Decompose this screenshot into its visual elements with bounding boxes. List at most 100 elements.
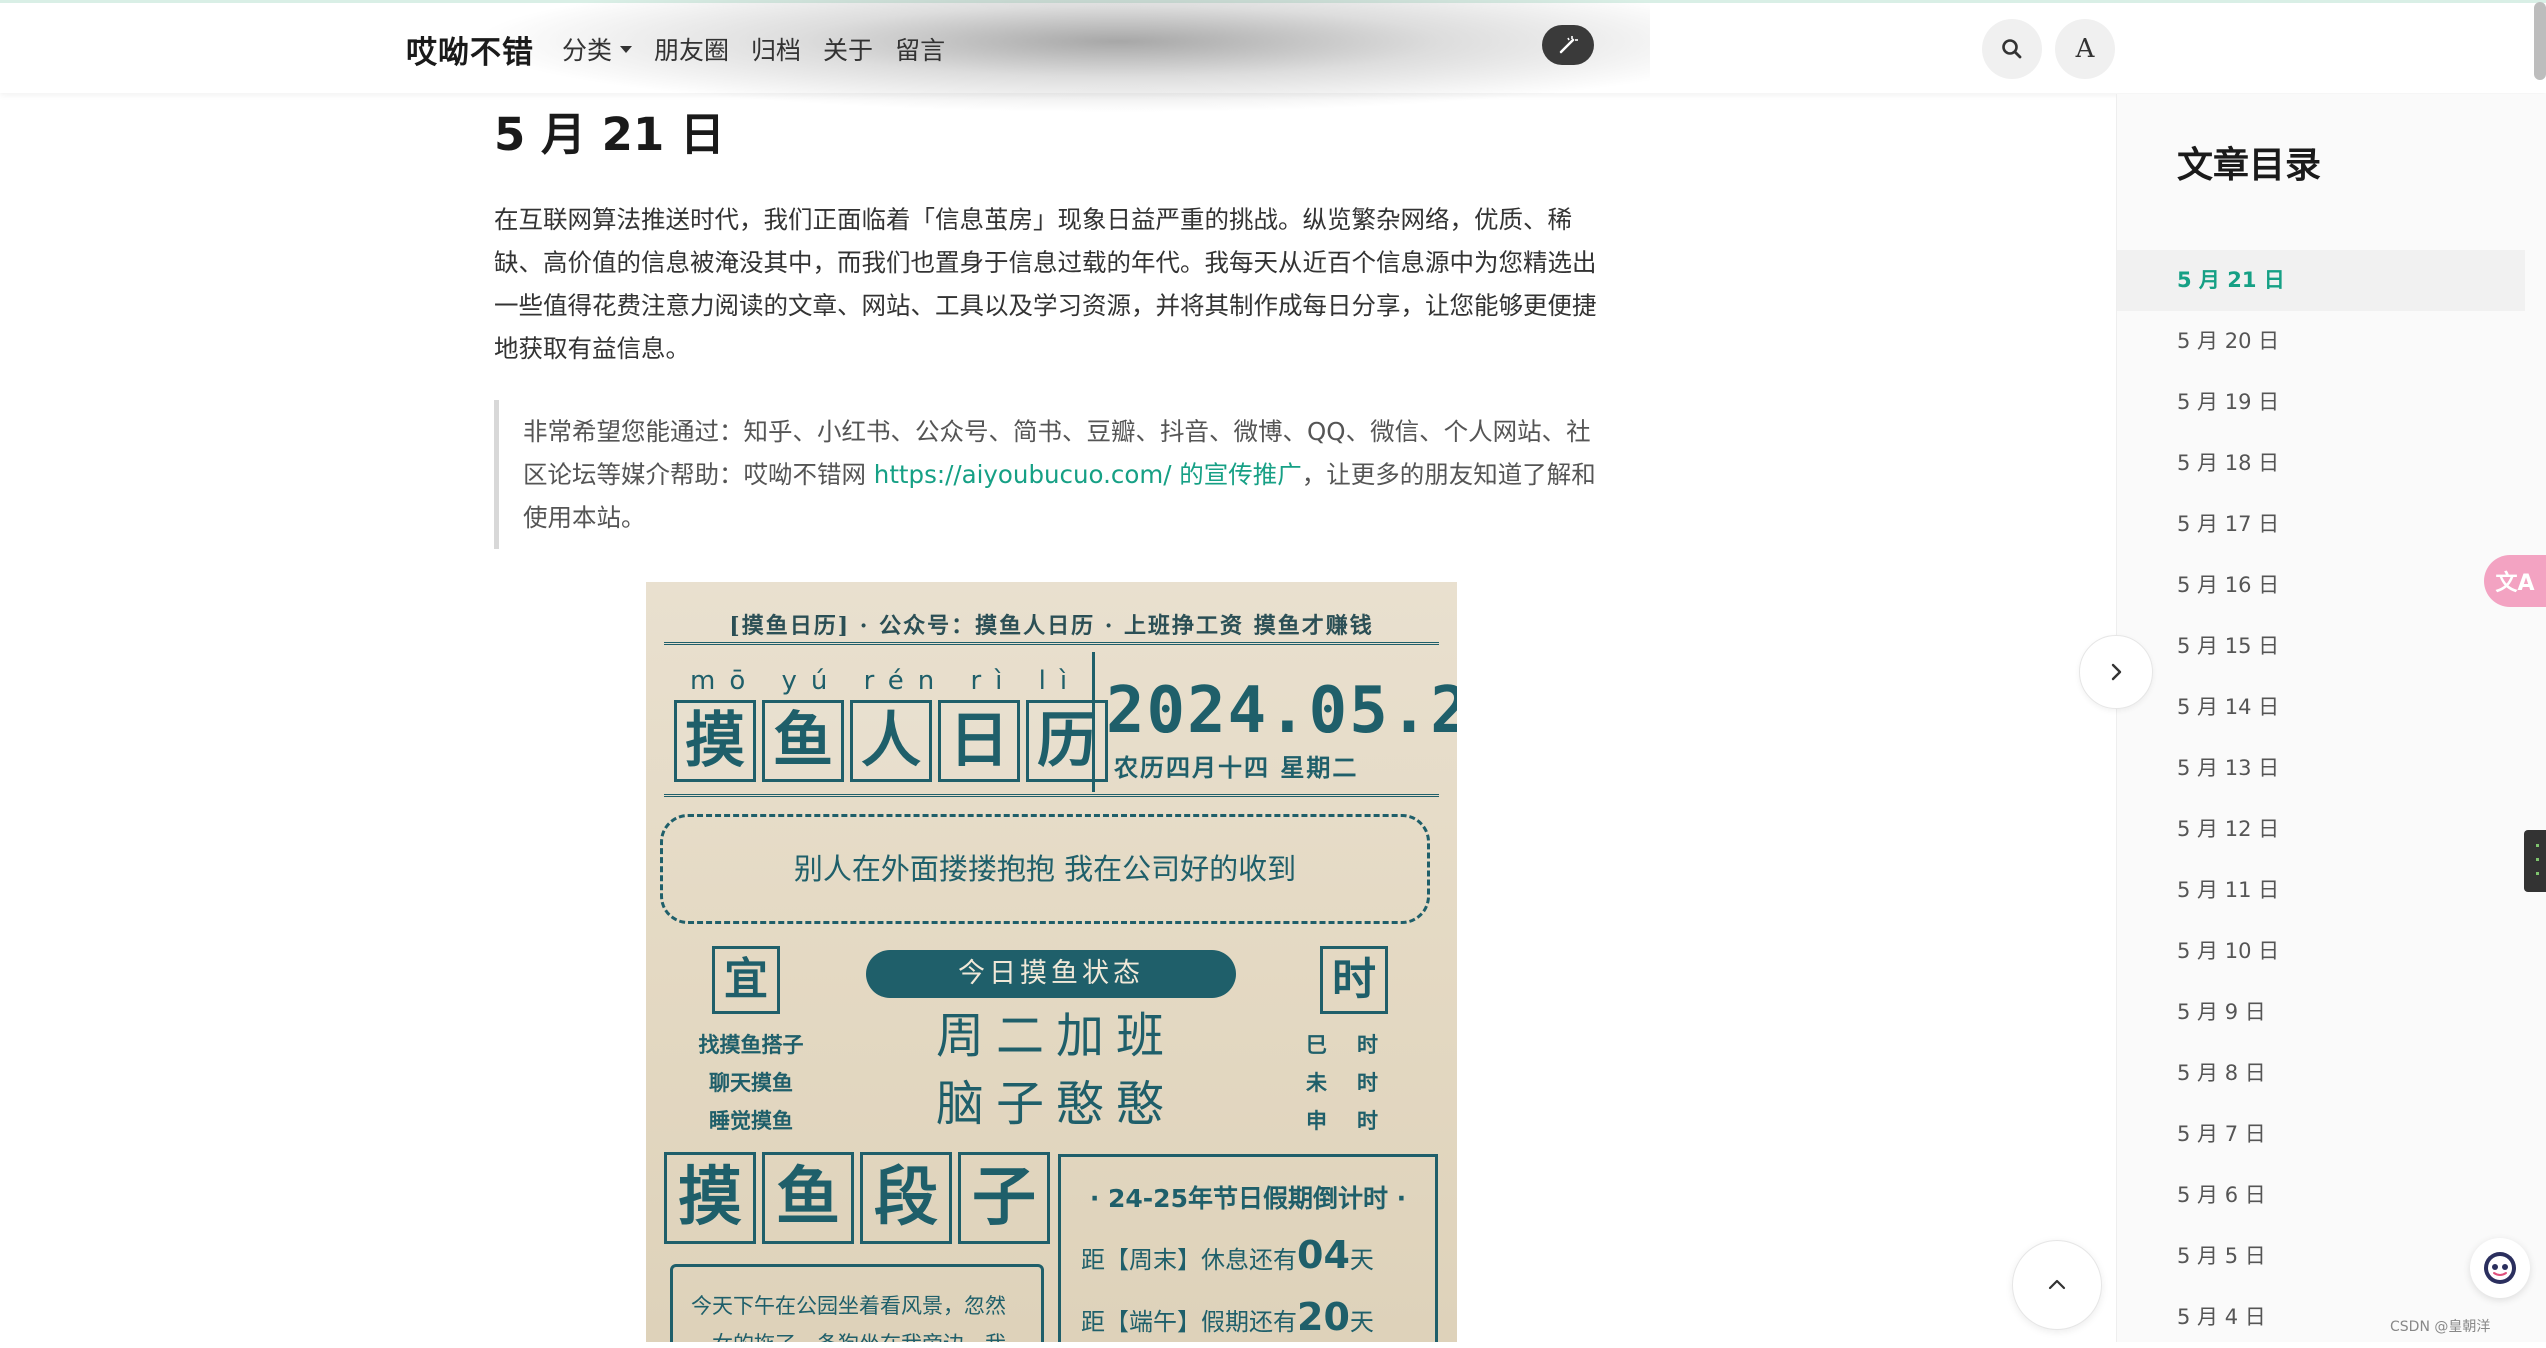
countdown-number: 04 bbox=[1297, 1233, 1350, 1277]
article-heading: 5 月 21 日 bbox=[494, 108, 725, 161]
top-navbar: 哎呦不错 分类 朋友圈 归档 关于 留言 A bbox=[0, 0, 2546, 113]
poster-vertical-divider bbox=[1092, 652, 1095, 792]
translate-button[interactable]: 文A bbox=[2484, 555, 2546, 607]
poster-lunar-date: 农历四月十四 星期二 bbox=[1114, 753, 1359, 782]
countdown-number: 20 bbox=[1297, 1295, 1350, 1339]
toc-item[interactable]: 5 月 20 日 bbox=[2117, 311, 2525, 372]
main-nav: 分类 朋友圈 归档 关于 留言 bbox=[562, 31, 945, 67]
toc-item[interactable]: 5 月 15 日 bbox=[2117, 616, 2525, 677]
chevron-right-icon bbox=[2111, 663, 2122, 681]
poster-jokes-char: 段 bbox=[860, 1152, 952, 1244]
poster-jokes-char: 摸 bbox=[664, 1152, 756, 1244]
poster-jokes-title: 摸 鱼 段 子 bbox=[664, 1152, 1050, 1244]
poster-status-lines: 周二加班 脑子憨憨 bbox=[896, 1002, 1216, 1138]
poster-header-strip: [摸鱼日历] · 公众号：摸鱼人日历 · 上班挣工资 摸鱼才赚钱 bbox=[729, 613, 1374, 639]
search-button[interactable] bbox=[1982, 19, 2042, 79]
toc-item[interactable]: 5 月 17 日 bbox=[2117, 494, 2525, 555]
poster-countdown-row: 距【端午】假期还有20天 bbox=[1081, 1295, 1415, 1339]
poster-date: 2024.05.21 bbox=[1106, 674, 1457, 748]
page-scrollbar-thumb[interactable] bbox=[2534, 2, 2546, 80]
poster-shi-item: 巳时 bbox=[1306, 1032, 1408, 1057]
poster-title-char: 摸 bbox=[674, 700, 756, 782]
poster-yi-item: 聊天摸鱼 bbox=[709, 1070, 793, 1095]
poster-divider bbox=[664, 642, 1439, 645]
table-of-contents: 文章目录 5 月 21 日5 月 20 日5 月 19 日5 月 18 日5 月… bbox=[2116, 94, 2546, 1342]
poster-divider bbox=[664, 794, 1439, 797]
countdown-prefix: 距【周末】休息还有 bbox=[1081, 1246, 1297, 1274]
toc-item[interactable]: 5 月 19 日 bbox=[2117, 372, 2525, 433]
assistant-bot-button[interactable] bbox=[2470, 1238, 2530, 1298]
toc-item[interactable]: 5 月 6 日 bbox=[2117, 1165, 2525, 1226]
nav-item-guestbook[interactable]: 留言 bbox=[895, 31, 945, 67]
poster-shi-item: 未时 bbox=[1306, 1070, 1408, 1095]
poster-big-title: 摸 鱼 人 日 历 bbox=[674, 700, 1108, 782]
poster-countdown-title: · 24-25年节日假期倒计时 · bbox=[1089, 1184, 1407, 1213]
caret-down-icon bbox=[620, 45, 633, 53]
nav-item-label: 归档 bbox=[751, 36, 802, 65]
toc-item[interactable]: 5 月 13 日 bbox=[2117, 738, 2525, 799]
poster-title-char: 人 bbox=[850, 700, 932, 782]
toc-item[interactable]: 5 月 14 日 bbox=[2117, 677, 2525, 738]
search-icon bbox=[2002, 39, 2022, 59]
countdown-suffix: 天 bbox=[1349, 1308, 1374, 1336]
toc-list: 5 月 21 日5 月 20 日5 月 19 日5 月 18 日5 月 17 日… bbox=[2117, 250, 2525, 1348]
font-toggle-button[interactable]: A bbox=[2055, 19, 2115, 79]
poster-countdown-box: · 24-25年节日假期倒计时 · 距【周末】休息还有04天 距【端午】假期还有… bbox=[1058, 1154, 1438, 1342]
toc-item[interactable]: 5 月 16 日 bbox=[2117, 555, 2525, 616]
translate-icon: 文A bbox=[2495, 571, 2535, 596]
poster-joke-text: 今天下午在公园坐着看风景，忽然一女的拖了一条狗坐在我旁边，我 bbox=[670, 1264, 1044, 1342]
poster-title-char: 日 bbox=[938, 700, 1020, 782]
poster-status-ribbon: 今日摸鱼状态 bbox=[866, 950, 1236, 998]
site-promo-link[interactable]: https://aiyoubucuo.com/ 的宣传推广 bbox=[874, 460, 1302, 489]
nav-item-label: 留言 bbox=[895, 36, 946, 65]
nav-item-label: 分类 bbox=[562, 36, 613, 65]
poster-jokes-char: 鱼 bbox=[762, 1152, 854, 1244]
side-panel-handle[interactable] bbox=[2524, 830, 2546, 892]
nav-item-label: 朋友圈 bbox=[654, 36, 730, 65]
robot-face-icon bbox=[2484, 1252, 2516, 1284]
toc-item[interactable]: 5 月 10 日 bbox=[2117, 921, 2525, 982]
toc-item[interactable]: 5 月 9 日 bbox=[2117, 982, 2525, 1043]
toc-item[interactable]: 5 月 12 日 bbox=[2117, 799, 2525, 860]
poster-status-line: 脑子憨憨 bbox=[935, 1076, 1176, 1132]
back-to-top-button[interactable] bbox=[2012, 1240, 2102, 1330]
poster-yi-item: 找摸鱼搭子 bbox=[698, 1032, 804, 1057]
chevron-up-icon bbox=[2048, 1279, 2066, 1290]
magic-wand-icon bbox=[1559, 36, 1578, 54]
nav-item-archive[interactable]: 归档 bbox=[751, 31, 801, 67]
intro-paragraph: 在互联网算法推送时代，我们正面临着「信息茧房」现象日益严重的挑战。纵览繁杂网络，… bbox=[494, 205, 1597, 363]
toc-item[interactable]: 5 月 11 日 bbox=[2117, 860, 2525, 921]
toc-item[interactable]: 5 月 21 日 bbox=[2117, 250, 2525, 311]
poster-yi-list: 找摸鱼搭子 聊天摸鱼 睡觉摸鱼 bbox=[686, 1026, 816, 1140]
promo-blockquote: 非常希望您能通过：知乎、小红书、公众号、简书、豆瓣、抖音、微博、QQ、微信、个人… bbox=[494, 400, 1609, 549]
toc-title: 文章目录 bbox=[2177, 145, 2322, 186]
poster-shi-box: 时 bbox=[1320, 946, 1388, 1014]
next-post-button[interactable] bbox=[2079, 635, 2153, 709]
toc-item[interactable]: 5 月 8 日 bbox=[2117, 1043, 2525, 1104]
toc-item[interactable]: 5 月 18 日 bbox=[2117, 433, 2525, 494]
poster-title-char: 历 bbox=[1026, 700, 1108, 782]
magic-wand-button[interactable] bbox=[1542, 25, 1594, 65]
poster-jokes-char: 子 bbox=[958, 1152, 1050, 1244]
article-content: 5 月 21 日 在互联网算法推送时代，我们正面临着「信息茧房」现象日益严重的挑… bbox=[494, 100, 1609, 549]
poster-status-line: 周二加班 bbox=[935, 1008, 1176, 1064]
csdn-watermark: CSDN @皇朝洋 bbox=[2390, 1319, 2491, 1335]
poster-speech-bubble: 别人在外面搂搂抱抱 我在公司好的收到 bbox=[660, 814, 1430, 924]
poster-shi-list: 巳时 未时 申时 bbox=[1306, 1026, 1416, 1140]
toc-item[interactable]: 5 月 5 日 bbox=[2117, 1226, 2525, 1287]
nav-item-label: 关于 bbox=[823, 36, 874, 65]
nav-item-about[interactable]: 关于 bbox=[823, 31, 873, 67]
poster-pinyin: mō yú rén rì lì bbox=[690, 666, 1082, 696]
moyu-calendar-poster: [摸鱼日历] · 公众号：摸鱼人日历 · 上班挣工资 摸鱼才赚钱 mō yú r… bbox=[646, 582, 1457, 1342]
poster-yi-box: 宜 bbox=[712, 946, 780, 1014]
toc-item[interactable]: 5 月 7 日 bbox=[2117, 1104, 2525, 1165]
poster-title-char: 鱼 bbox=[762, 700, 844, 782]
poster-shi-item: 申时 bbox=[1306, 1108, 1408, 1133]
font-toggle-icon: A bbox=[2075, 34, 2095, 64]
nav-item-friends[interactable]: 朋友圈 bbox=[654, 31, 729, 67]
site-brand[interactable]: 哎呦不错 bbox=[406, 27, 534, 72]
countdown-prefix: 距【端午】假期还有 bbox=[1081, 1308, 1297, 1336]
poster-countdown-row: 距【周末】休息还有04天 bbox=[1081, 1233, 1415, 1277]
nav-item-categories[interactable]: 分类 bbox=[562, 31, 633, 67]
countdown-suffix: 天 bbox=[1349, 1246, 1374, 1274]
